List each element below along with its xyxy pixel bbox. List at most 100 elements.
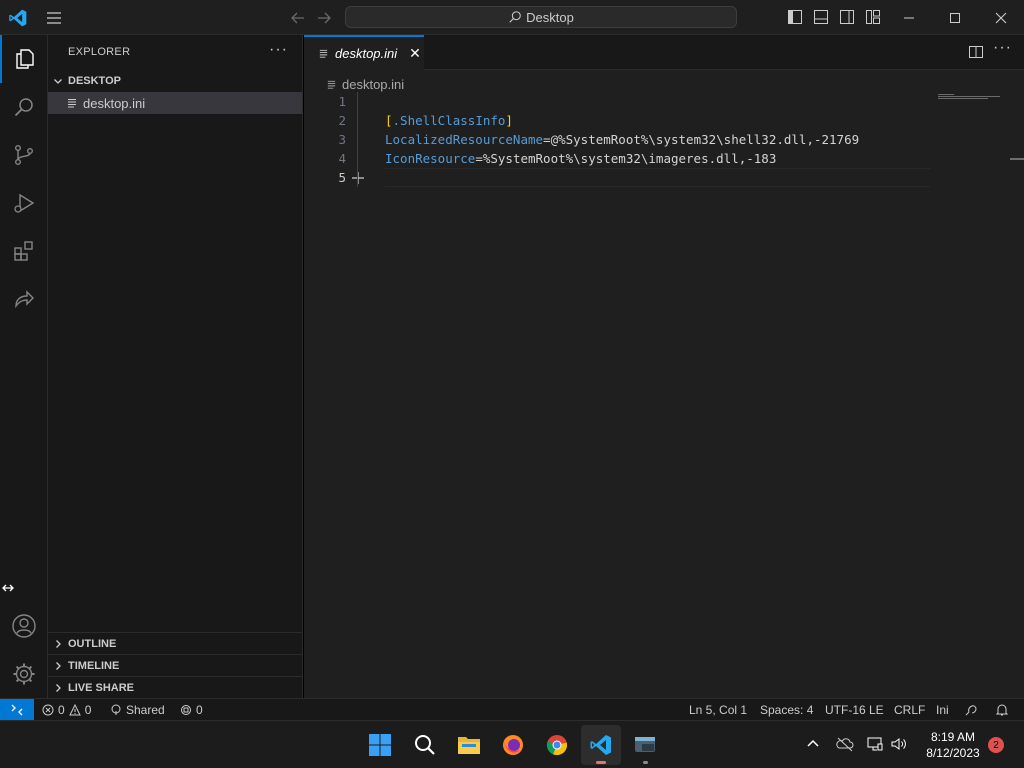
notifications-button[interactable] (995, 699, 1009, 721)
section-timeline[interactable]: TIMELINE (48, 654, 303, 676)
volume-icon[interactable] (890, 735, 908, 753)
minimize-button[interactable] (886, 0, 932, 35)
command-center-label: Desktop (526, 9, 574, 25)
toggle-panel-icon[interactable] (812, 8, 830, 26)
gear-icon (13, 663, 35, 685)
ini-key: LocalizedResourceName (385, 132, 544, 147)
section-live-share[interactable]: LIVE SHARE (48, 676, 303, 698)
tab-desktop-ini[interactable]: desktop.ini ✕ (304, 35, 424, 70)
shared-label: Shared (126, 703, 165, 717)
maximize-button[interactable] (932, 0, 978, 35)
section-name: .ShellClassInfo (392, 113, 506, 128)
close-window-button[interactable] (978, 0, 1024, 35)
code-line: 3 LocalizedResourceName=@%SystemRoot%\sy… (304, 130, 934, 149)
editor-area: desktop.ini ✕ ··· desktop.ini 1 2 [.Shel… (304, 35, 1024, 698)
activity-search[interactable] (0, 83, 48, 131)
indentation[interactable]: Spaces: 4 (760, 699, 813, 721)
start-button[interactable] (360, 725, 400, 765)
ini-value: %SystemRoot%\system32\imageres.dll,-183 (482, 151, 777, 166)
activity-run-debug[interactable] (0, 179, 48, 227)
code-line: 4 IconResource=%SystemRoot%\system32\ima… (304, 149, 934, 168)
toggle-primary-sidebar-icon[interactable] (786, 8, 804, 26)
taskbar-firefox[interactable] (493, 725, 533, 765)
search-icon (415, 735, 435, 755)
remote-indicator[interactable] (0, 699, 34, 721)
folder-icon (458, 737, 480, 754)
ini-key: IconResource (385, 151, 476, 166)
bracket-open: [ (385, 113, 393, 128)
taskbar-file-explorer[interactable] (449, 725, 489, 765)
notification-badge[interactable]: 2 (988, 737, 1004, 753)
back-arrow-icon[interactable] (288, 8, 308, 28)
system-clock[interactable]: 8:19 AM 8/12/2023 (918, 729, 988, 761)
section-outline-label: OUTLINE (68, 637, 117, 650)
tab-label: desktop.ini (335, 46, 398, 61)
folder-name: DESKTOP (68, 75, 121, 87)
feedback-button[interactable] (964, 699, 978, 721)
file-lines-icon (327, 80, 336, 89)
source-control-icon (15, 145, 33, 166)
taskbar-vscode[interactable] (581, 725, 621, 765)
more-actions-icon[interactable]: ··· (269, 41, 288, 59)
remote-icon (11, 704, 23, 716)
chevron-right-icon (48, 660, 68, 672)
run-debug-icon (14, 193, 35, 213)
more-actions-icon[interactable]: ··· (993, 39, 1011, 57)
code-line: 1 (304, 92, 934, 111)
editor-tabs: desktop.ini ✕ ··· (304, 35, 1024, 70)
chevron-down-icon (48, 75, 68, 87)
resize-cursor-icon (2, 584, 14, 592)
activity-source-control[interactable] (0, 131, 48, 179)
split-editor-icon[interactable] (967, 43, 985, 61)
file-item-desktop-ini[interactable]: desktop.ini (48, 92, 302, 114)
terminal-window-icon (635, 737, 655, 752)
folder-header-desktop[interactable]: DESKTOP (48, 70, 303, 92)
cursor-position[interactable]: Ln 5, Col 1 (689, 699, 747, 721)
maximize-icon (950, 12, 960, 23)
clock-date: 8/12/2023 (926, 746, 980, 760)
language-mode[interactable]: Ini (936, 699, 949, 721)
close-tab-icon[interactable]: ✕ (409, 45, 421, 62)
taskbar-chrome[interactable] (537, 725, 577, 765)
files-icon (16, 49, 34, 69)
section-live-share-label: LIVE SHARE (68, 681, 135, 694)
current-line-highlight (385, 168, 930, 187)
activity-extensions[interactable] (0, 227, 48, 275)
ports-indicator[interactable]: 0 (180, 699, 203, 721)
title-bar: Desktop (0, 0, 1024, 35)
onedrive-offline-icon[interactable] (836, 735, 854, 753)
taskbar-terminal-app[interactable] (625, 725, 665, 765)
problems-indicator[interactable]: 0 0 (42, 699, 91, 721)
file-lines-icon (319, 49, 328, 58)
ini-value: @%SystemRoot%\system32\shell32.dll,-2176… (550, 132, 860, 147)
feedback-icon (965, 705, 977, 716)
breadcrumb-file: desktop.ini (342, 76, 405, 92)
section-header-text: [.ShellClassInfo] (385, 113, 513, 128)
taskbar-search[interactable] (405, 725, 445, 765)
show-hidden-icons-chevron-icon[interactable] (804, 735, 822, 753)
customize-layout-icon[interactable] (864, 8, 882, 26)
bell-icon (995, 704, 1009, 716)
ini-equals: = (475, 151, 483, 166)
network-icon[interactable] (866, 735, 884, 753)
live-share-status[interactable]: Shared (110, 699, 165, 721)
search-icon (509, 11, 521, 23)
active-app-indicator (596, 761, 606, 764)
file-encoding[interactable]: UTF-16 LE (825, 699, 884, 721)
add-comment-plus-icon[interactable] (350, 170, 366, 186)
menu-icon[interactable] (44, 8, 64, 28)
minimap[interactable] (938, 93, 1004, 101)
command-center-search[interactable]: Desktop (345, 6, 737, 28)
line-number: 2 (338, 113, 346, 128)
activity-manage[interactable] (0, 650, 48, 698)
minimize-icon (904, 17, 914, 18)
end-of-line[interactable]: CRLF (894, 699, 925, 721)
activity-accounts[interactable] (0, 602, 48, 650)
section-outline[interactable]: OUTLINE (48, 632, 303, 654)
forward-arrow-icon[interactable] (314, 8, 334, 28)
toggle-secondary-sidebar-icon[interactable] (838, 8, 856, 26)
activity-live-share[interactable] (0, 275, 48, 323)
activity-bar (0, 35, 48, 698)
activity-explorer[interactable] (0, 35, 48, 83)
indent-guide (357, 92, 358, 187)
